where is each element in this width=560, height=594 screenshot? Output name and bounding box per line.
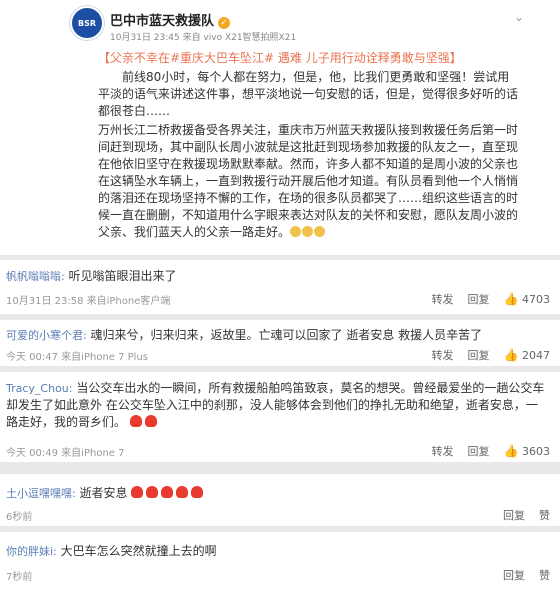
- like-button[interactable]: 赞: [539, 507, 550, 523]
- post-body: 【父亲不幸在#重庆大巴车坠江# 遇难 儿子用行动诠释勇敢与坚强】 前线80小时，…: [98, 50, 518, 243]
- comment-author[interactable]: Tracy_Chou:: [6, 382, 72, 395]
- candle-icon: [131, 486, 144, 498]
- comment-item: 可爱的小寒个君: 魂归来兮，归来归来，返故里。亡魂可以回家了 逝者安息 救援人员…: [0, 320, 560, 366]
- comment-time: 今天 00:49 来自iPhone 7: [6, 448, 125, 459]
- reply-button[interactable]: 回复: [503, 567, 525, 583]
- like-button[interactable]: 👍 2047: [504, 348, 550, 362]
- comment-text: 听见嗡笛眼泪出来了: [68, 269, 177, 283]
- thumbs-up-icon: 👍: [503, 444, 519, 458]
- thumbs-up-icon: 👍: [503, 348, 519, 362]
- candle-icon: [146, 486, 159, 498]
- like-button[interactable]: 👍 4703: [504, 292, 550, 306]
- comment-text: 当公交车出水的一瞬间，所有救援船舶鸣笛致哀，莫名的想哭。曾经最爱坐的一趟公交车却…: [6, 381, 545, 429]
- candle-icon: [191, 486, 204, 498]
- comment-author[interactable]: 你的胖妹i:: [6, 545, 57, 558]
- comment-author[interactable]: 帆帆嗡嗡嗡:: [6, 270, 65, 283]
- comment-time: 6秒前: [6, 512, 33, 523]
- comment-item: 帆帆嗡嗡嗡: 听见嗡笛眼泪出来了 10月31日 23:58 来自iPhone客户…: [0, 260, 560, 314]
- reply-button[interactable]: 回复: [468, 443, 490, 459]
- post-headline: 【父亲不幸在#重庆大巴车坠江# 遇难 儿子用行动诠释勇敢与坚强】: [98, 51, 462, 65]
- comment-text: 大巴车怎么突然就撞上去的啊: [60, 544, 217, 558]
- candle-icon: [129, 415, 142, 427]
- forward-button[interactable]: 转发: [432, 291, 454, 307]
- weibo-post: BSR 巴中市蓝天救援队 ✓ 10月31日 23:45 来自 vivo X21智慧…: [0, 0, 560, 255]
- sad-emoji-icon: [302, 226, 314, 237]
- comment-text: 逝者安息: [79, 486, 128, 500]
- chevron-down-icon[interactable]: ⌄: [514, 10, 524, 24]
- comment-time: 7秒前: [6, 572, 33, 583]
- like-button[interactable]: 👍 3603: [504, 444, 550, 458]
- author-avatar[interactable]: BSR: [70, 6, 104, 40]
- candle-icon: [176, 486, 189, 498]
- post-paragraph-1: 前线80小时，每个人都在努力，但是，他，比我们更勇敢和坚强！尝试用平淡的语气来讲…: [98, 70, 519, 118]
- sad-emoji-icon: [290, 226, 302, 237]
- comment-time: 今天 00:47 来自iPhone 7 Plus: [6, 352, 149, 363]
- comment-item: 土小逗嘿嘿嘿: 逝者安息 6秒前 回复 赞: [0, 474, 560, 526]
- verified-icon: ✓: [218, 17, 231, 29]
- post-meta: 10月31日 23:45 来自 vivo X21智慧拍照X21: [110, 33, 297, 43]
- thumbs-up-icon: 👍: [503, 292, 519, 306]
- candle-icon: [144, 415, 157, 427]
- reply-button[interactable]: 回复: [468, 291, 490, 307]
- sad-emoji-icon: [314, 226, 326, 237]
- forward-button[interactable]: 转发: [432, 443, 454, 459]
- comment-author[interactable]: 可爱的小寒个君:: [6, 329, 87, 342]
- comment-time: 10月31日 23:58 来自iPhone客户端: [6, 296, 171, 307]
- post-author[interactable]: 巴中市蓝天救援队 ✓: [110, 10, 231, 29]
- reply-button[interactable]: 回复: [468, 347, 490, 363]
- post-paragraph-2: 万州长江二桥救援备受各界关注，重庆市万州蓝天救援队接到救援任务后第一时间赶到现场…: [98, 123, 519, 239]
- like-button[interactable]: 赞: [539, 567, 550, 583]
- comment-author[interactable]: 土小逗嘿嘿嘿:: [6, 487, 76, 500]
- candle-icon: [161, 486, 174, 498]
- forward-button[interactable]: 转发: [432, 347, 454, 363]
- comment-text: 魂归来兮，归来归来，返故里。亡魂可以回家了 逝者安息 救援人员辛苦了: [90, 328, 483, 342]
- comment-item: 你的胖妹i: 大巴车怎么突然就撞上去的啊 7秒前 回复 赞: [0, 532, 560, 594]
- comment-item: Tracy_Chou: 当公交车出水的一瞬间，所有救援船舶鸣笛致哀，莫名的想哭。…: [0, 372, 560, 462]
- reply-button[interactable]: 回复: [503, 507, 525, 523]
